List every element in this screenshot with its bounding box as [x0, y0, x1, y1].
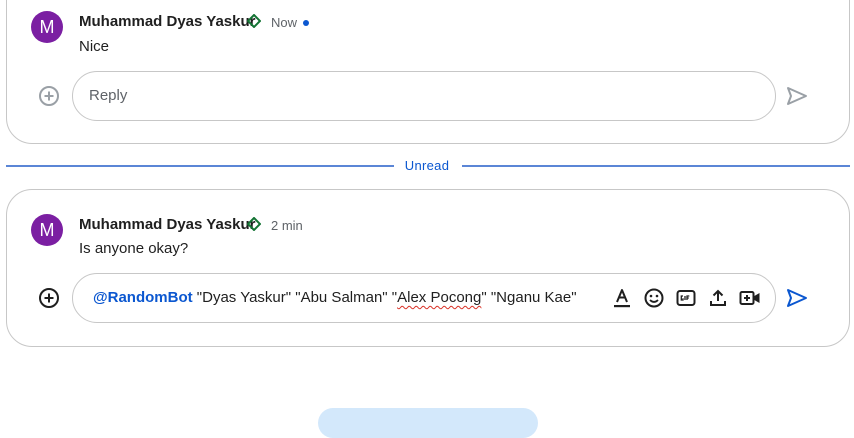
unread-divider-left: [6, 165, 394, 167]
avatar-letter: M: [39, 219, 55, 240]
text-format-icon[interactable]: [610, 286, 634, 310]
upload-icon[interactable]: [706, 286, 730, 310]
gif-icon[interactable]: [674, 286, 698, 310]
diamond-status-icon: [247, 14, 261, 28]
video-call-icon[interactable]: [738, 286, 762, 310]
thread-card-1: M Muhammad Dyas Yaskur Now Nice Reply: [6, 0, 850, 144]
message-time: Now: [271, 15, 298, 30]
message-time: 2 min: [271, 218, 303, 233]
add-circle-icon[interactable]: [37, 286, 61, 310]
mention-chip: @RandomBot: [93, 289, 193, 306]
message-text: Nice: [79, 38, 110, 55]
reply-placeholder: Reply: [89, 87, 128, 104]
avatar-letter: M: [39, 16, 55, 37]
sender-name[interactable]: Muhammad Dyas Yaskur: [79, 13, 255, 30]
message-text: Is anyone okay?: [79, 240, 189, 257]
diamond-status-icon: [247, 217, 261, 231]
unread-divider-right: [462, 165, 850, 167]
draft-text-after: " "Nganu Kae": [481, 289, 577, 306]
add-circle-icon[interactable]: [37, 84, 61, 108]
unread-dot: [303, 20, 309, 26]
reply-input[interactable]: Reply: [72, 71, 776, 121]
reply-input[interactable]: @RandomBot "Dyas Yaskur" "Abu Salman" "A…: [72, 273, 776, 323]
avatar[interactable]: M: [31, 11, 63, 43]
unread-divider-label: Unread: [404, 158, 450, 173]
emoji-icon[interactable]: [642, 286, 666, 310]
send-icon[interactable]: [785, 84, 809, 108]
send-icon[interactable]: [785, 286, 809, 310]
thread-card-2: M Muhammad Dyas Yaskur 2 min Is anyone o…: [6, 189, 850, 347]
draft-text-before: "Dyas Yaskur" "Abu Salman" ": [192, 289, 398, 306]
sender-name[interactable]: Muhammad Dyas Yaskur: [79, 216, 255, 233]
jump-to-bottom-button[interactable]: [318, 408, 538, 438]
avatar[interactable]: M: [31, 214, 63, 246]
draft-text[interactable]: @RandomBot "Dyas Yaskur" "Abu Salman" "A…: [93, 289, 577, 306]
misspelled-word: Alex Pocong: [397, 289, 482, 306]
